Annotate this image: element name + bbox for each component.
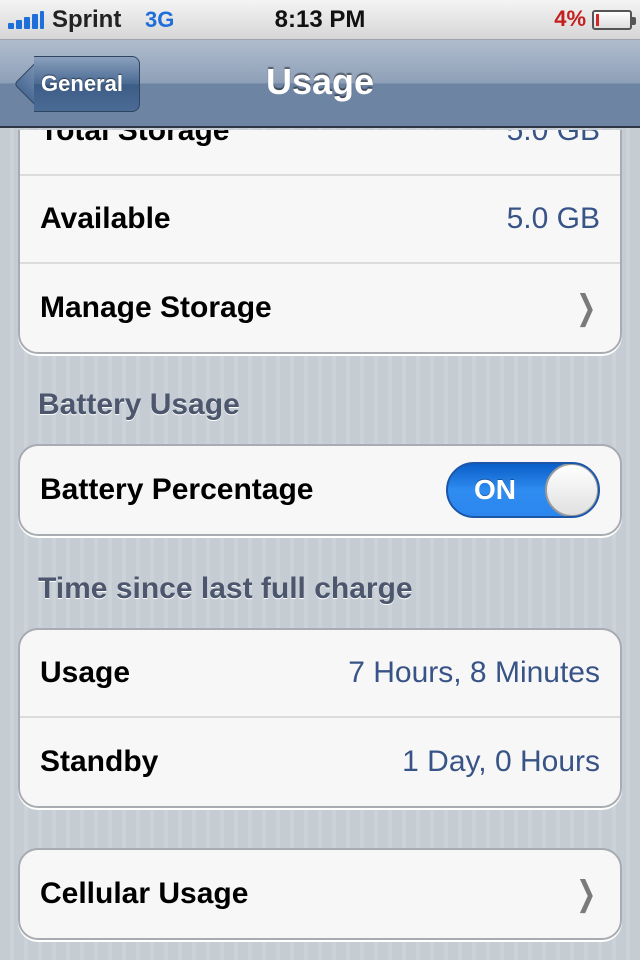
battery-icon: [592, 10, 636, 30]
status-bar: Sprint 3G 8:13 PM 4%: [0, 0, 640, 40]
battery-usage-header: Battery Usage: [38, 388, 240, 421]
toggle-knob: [545, 464, 598, 516]
battery-percentage-label: Battery Percentage: [40, 473, 314, 506]
total-storage-label: Total Storage: [40, 130, 230, 147]
battery-percentage-toggle[interactable]: ON: [446, 462, 600, 518]
standby-value: 1 Day, 0 Hours: [402, 745, 600, 778]
manage-storage-row[interactable]: Manage Storage ❯: [20, 264, 620, 352]
cellular-group: Cellular Usage ❯: [18, 848, 622, 940]
standby-row: Standby 1 Day, 0 Hours: [20, 718, 620, 806]
time-since-charge-group: Usage 7 Hours, 8 Minutes Standby 1 Day, …: [18, 628, 622, 808]
chevron-right-icon: ❯: [575, 289, 596, 327]
status-time: 8:13 PM: [274, 6, 366, 33]
manage-storage-label: Manage Storage: [40, 291, 272, 324]
available-row: Available 5.0 GB: [20, 176, 620, 264]
battery-percentage: 4%: [554, 6, 586, 31]
navigation-bar: General Usage: [0, 40, 640, 128]
standby-label: Standby: [40, 745, 159, 778]
toggle-on-label: ON: [474, 474, 516, 505]
cellular-usage-row[interactable]: Cellular Usage ❯: [20, 850, 620, 938]
battery-group: Battery Percentage ON: [18, 444, 622, 536]
available-label: Available: [40, 202, 171, 235]
usage-label: Usage: [40, 656, 131, 689]
total-storage-value: 5.0 GB: [506, 130, 600, 147]
usage-value: 7 Hours, 8 Minutes: [348, 656, 600, 689]
back-button-general[interactable]: General: [12, 55, 140, 113]
cellular-usage-label: Cellular Usage: [40, 877, 249, 910]
settings-content[interactable]: Total Storage 5.0 GB Available 5.0 GB Ma…: [0, 130, 640, 960]
available-value: 5.0 GB: [506, 202, 600, 235]
time-since-charge-header: Time since last full charge: [38, 572, 413, 605]
total-storage-row: Total Storage 5.0 GB: [20, 130, 620, 176]
storage-group: Total Storage 5.0 GB Available 5.0 GB Ma…: [18, 130, 622, 354]
back-button-label: General: [41, 71, 123, 96]
chevron-right-icon: ❯: [575, 875, 596, 913]
usage-row: Usage 7 Hours, 8 Minutes: [20, 630, 620, 718]
battery-percentage-row: Battery Percentage ON: [20, 446, 620, 534]
